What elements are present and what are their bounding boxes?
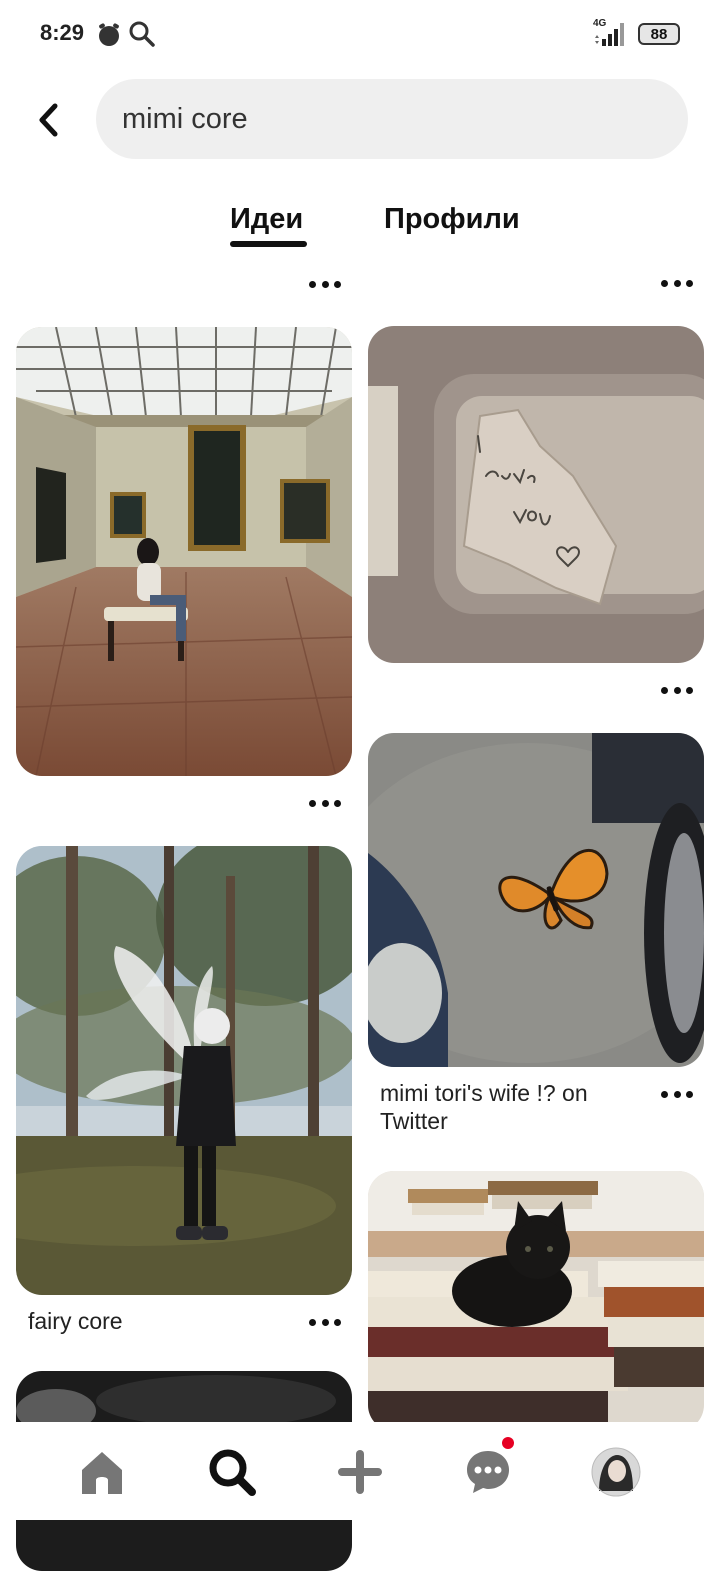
fairy-wings-forest-photo: [16, 846, 352, 1295]
plus-icon: [338, 1450, 382, 1494]
active-tab-indicator: [230, 241, 307, 247]
search-icon: [209, 1449, 256, 1496]
search-status-icon: [129, 21, 155, 47]
result-tabs: Идеи Профили: [0, 195, 720, 255]
notification-badge: [502, 1437, 514, 1449]
more-options-button[interactable]: [661, 276, 693, 290]
nav-home[interactable]: [74, 1444, 130, 1500]
pin-caption: mimi tori's wife !? on Twitter: [380, 1080, 588, 1134]
signal-icon: [595, 23, 624, 46]
search-input[interactable]: mimi core: [96, 79, 688, 159]
bottom-navigation: [0, 1422, 720, 1520]
more-options-button[interactable]: [661, 683, 693, 697]
nav-messages[interactable]: [460, 1444, 516, 1500]
more-options-button[interactable]: [309, 796, 341, 810]
pin-image[interactable]: [368, 733, 704, 1067]
butterfly-parking-lot-photo: [368, 733, 704, 1067]
pin-image[interactable]: [16, 327, 352, 776]
pin-image[interactable]: [16, 846, 352, 1295]
nav-search[interactable]: [204, 1444, 260, 1500]
more-options-button[interactable]: [309, 277, 341, 291]
battery-indicator: 88: [638, 23, 680, 45]
pin-image[interactable]: [368, 1171, 704, 1431]
chevron-left-icon: [39, 103, 58, 137]
nav-create[interactable]: [332, 1444, 388, 1500]
home-icon: [82, 1452, 122, 1494]
museum-gallery-photo: [16, 327, 352, 776]
pin-image[interactable]: [368, 326, 704, 663]
more-options-button[interactable]: [661, 1087, 693, 1101]
more-options-button[interactable]: [309, 1315, 341, 1329]
nav-profile[interactable]: [588, 1444, 644, 1500]
profile-avatar: [591, 1447, 641, 1497]
status-bar: 8:29 4G 88: [0, 0, 720, 70]
pin-caption: fairy core: [28, 1308, 123, 1334]
back-button[interactable]: [26, 96, 70, 144]
alarm-clock-icon: [99, 23, 119, 46]
love-you-note-visor-photo: [368, 326, 704, 663]
tab-profiles[interactable]: Профили: [384, 203, 520, 236]
tab-ideas[interactable]: Идеи: [230, 203, 303, 236]
status-time: 8:29: [40, 20, 85, 45]
messages-icon: [467, 1451, 509, 1493]
search-query: mimi core: [122, 102, 248, 135]
black-kitten-books-photo: [368, 1171, 704, 1431]
